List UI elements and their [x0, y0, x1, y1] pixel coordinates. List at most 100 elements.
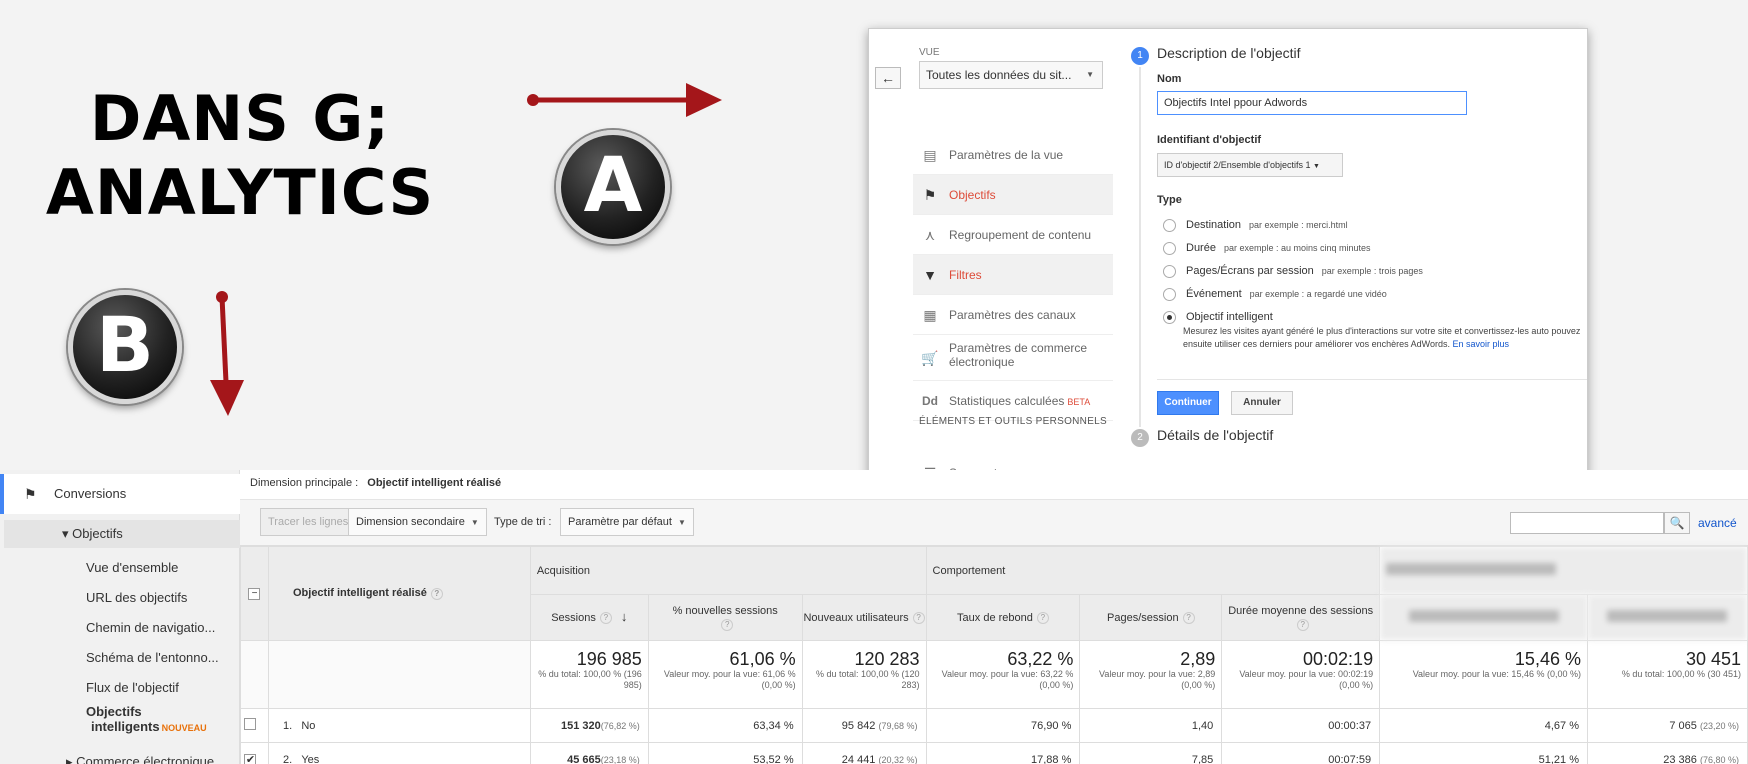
view-select[interactable]: Toutes les données du sit... ▼ [919, 61, 1103, 89]
type-label: Type [1157, 194, 1182, 206]
back-button[interactable]: ← [875, 67, 901, 89]
view-nav: VUE Toutes les données du sit... ▼ ▤ Param… [913, 29, 1113, 477]
table-row[interactable]: ✔ 2. Yes 45 665(23,18 %) 53,52 % 24 441 … [240, 742, 1748, 764]
row-label[interactable]: No [301, 720, 315, 732]
nav-item-label: Filtres [949, 268, 982, 282]
row-label[interactable]: Yes [301, 754, 319, 764]
report-table: − Objectif intelligent réalisé? Acquisit… [240, 546, 1748, 764]
acquisition-group-header: Acquisition [529, 546, 927, 595]
nav-item-calculated-metrics[interactable]: Dd Statistiques calculées BETA [913, 381, 1113, 421]
column-header-new-sessions[interactable]: % nouvelles sessions? [647, 594, 803, 641]
column-header-avg-duration[interactable]: Durée moyenne des sessions? [1221, 594, 1381, 641]
radio-button[interactable] [1163, 241, 1176, 255]
cell-new-sessions: 53,52 % [647, 742, 803, 764]
help-icon[interactable]: ? [912, 611, 925, 624]
learn-more-link[interactable]: En savoir plus [1452, 339, 1509, 349]
sidebar-item-ecommerce[interactable]: ▸ Commerce électronique [66, 754, 214, 764]
sidebar-item-goal-flow[interactable]: Flux de l'objectif [86, 680, 179, 695]
table-row[interactable]: 1. No 151 320(76,82 %) 63,34 % 95 842 (7… [240, 708, 1748, 743]
nav-item-filters[interactable]: ▼ Filtres [913, 255, 1113, 295]
chevron-down-icon: ▼ [1313, 163, 1320, 170]
column-header-label: Sessions [551, 612, 596, 624]
nav-item-label: Paramètres des canaux [949, 308, 1076, 322]
column-header-bounce-rate[interactable]: Taux de rebond? [925, 594, 1081, 641]
column-header-new-users[interactable]: Nouveaux utilisateurs? [801, 594, 927, 641]
flag-icon: ⚑ [24, 486, 37, 502]
radio-button[interactable] [1163, 264, 1176, 278]
goal-settings-panel: ← VUE Toutes les données du sit... ▼ ▤ Par… [868, 28, 1588, 478]
flag-icon: ⚑ [923, 187, 937, 203]
total-subtext: Valeur moy. pour la vue: 00:02:19 (0,00 … [1239, 669, 1374, 690]
help-icon[interactable]: ? [721, 618, 734, 631]
sidebar-item-funnel[interactable]: Schéma de l'entonno... [86, 650, 219, 665]
cell-avg-duration: 00:07:59 [1221, 742, 1381, 764]
blurred-text [1408, 609, 1559, 622]
type-option-duration[interactable]: Durée par exemple : au moins cinq minutes [1163, 241, 1371, 257]
total-value: 2,89 [1180, 649, 1216, 669]
sort-type-select[interactable]: Paramètre par défaut ▼ [560, 508, 694, 536]
goal-name-input[interactable]: Objectifs Intel ppour Adwords [1157, 91, 1467, 115]
help-icon[interactable]: ? [1296, 618, 1309, 631]
cell-percent: (20,32 %) [878, 754, 918, 764]
select-all-checkbox[interactable]: − [248, 588, 261, 600]
cancel-button[interactable]: Annuler [1231, 391, 1293, 415]
plot-rows-button[interactable]: Tracer les lignes [260, 508, 357, 536]
type-option-destination[interactable]: Destination par exemple : merci.html [1163, 218, 1348, 234]
sidebar-item-reverse-path[interactable]: Chemin de navigatio... [86, 620, 215, 635]
sidebar-item-goal-urls[interactable]: URL des objectifs [86, 590, 187, 605]
nav-item-goals[interactable]: ⚑ Objectifs [913, 175, 1113, 215]
cell-new-users: 95 842 (79,68 %) [801, 708, 927, 743]
total-subtext: % du total: 100,00 % (120 283) [815, 669, 920, 690]
search-button[interactable]: 🔍 [1664, 512, 1690, 534]
sidebar-item-smart-goals[interactable]: Objectifs intelligents NOUVEAU [86, 704, 207, 736]
total-subtext: % du total: 100,00 % (196 985) [538, 669, 642, 690]
sidebar-item-goals[interactable]: ▾ Objectifs [4, 520, 240, 548]
column-header-sessions[interactable]: Sessions? ↓ [529, 594, 649, 641]
nav-item-text: Statistiques calculées [949, 394, 1065, 408]
merge-icon: ⋏ [924, 227, 936, 243]
column-header-blurred [1586, 594, 1748, 641]
radio-button[interactable] [1163, 287, 1176, 301]
dimension-header[interactable]: Objectif intelligent réalisé? [267, 546, 531, 641]
total-value: 196 985 [576, 649, 642, 669]
type-option-event[interactable]: Événement par exemple : a regardé une vid… [1163, 287, 1387, 303]
column-header-pages-session[interactable]: Pages/session? [1079, 594, 1223, 641]
radio-button-selected[interactable] [1163, 310, 1176, 324]
nav-item-content-grouping[interactable]: ⋏ Regroupement de contenu [913, 215, 1113, 255]
advanced-link[interactable]: avancé [1698, 512, 1737, 534]
help-icon[interactable]: ? [1182, 611, 1195, 624]
cell-conversions: 23 386 (76,80 %) [1586, 742, 1748, 764]
sidebar-item-conversions[interactable]: ⚑ Conversions [0, 474, 240, 514]
cell-value: 7 065 [1669, 719, 1697, 732]
help-icon[interactable]: ? [430, 587, 443, 600]
primary-dimension-label: Dimension principale : [250, 477, 359, 489]
row-checkbox-checked[interactable]: ✔ [244, 753, 257, 764]
type-option-example: par exemple : au moins cinq minutes [1223, 243, 1371, 253]
page-icon: ▤ [923, 147, 937, 163]
table-search-input[interactable] [1510, 512, 1664, 534]
step-line [1139, 67, 1141, 427]
blurred-text [1607, 609, 1728, 622]
nav-item-view-settings[interactable]: ▤ Paramètres de la vue [913, 135, 1113, 175]
help-icon[interactable]: ? [1036, 611, 1049, 624]
goal-id-select[interactable]: ID d'objectif 2/Ensemble d'objectifs 1 ▼ [1157, 153, 1343, 177]
cell-percent: (23,18 %) [600, 754, 640, 764]
divider [1157, 379, 1587, 380]
type-option-pages[interactable]: Pages/Écrans par session par exemple : tr… [1163, 264, 1423, 280]
continue-button[interactable]: Continuer [1157, 391, 1219, 415]
primary-dimension-value[interactable]: Objectif intelligent réalisé [367, 477, 501, 489]
sidebar-item-label: Objectifs [86, 704, 142, 719]
row-checkbox[interactable] [244, 718, 257, 730]
cell-value: 45 665 [567, 753, 601, 764]
nav-item-ecommerce-settings[interactable]: 🛒 Paramètres de commerce électronique [913, 335, 1113, 381]
sidebar-item-overview[interactable]: Vue d'ensemble [86, 560, 178, 575]
radio-button[interactable] [1163, 218, 1176, 232]
nav-item-channel-settings[interactable]: ▦ Paramètres des canaux [913, 295, 1113, 335]
type-option-label: Pages/Écrans par session [1186, 265, 1314, 277]
type-option-smart-goal[interactable]: Objectif intelligent [1163, 310, 1273, 326]
cell-value: 23 386 [1663, 753, 1697, 764]
secondary-dimension-select[interactable]: Dimension secondaire ▼ [348, 508, 487, 536]
cell-conversion-rate: 51,21 % [1379, 742, 1588, 764]
sidebar-item-label: intelligents [91, 719, 160, 734]
help-icon[interactable]: ? [599, 612, 612, 625]
